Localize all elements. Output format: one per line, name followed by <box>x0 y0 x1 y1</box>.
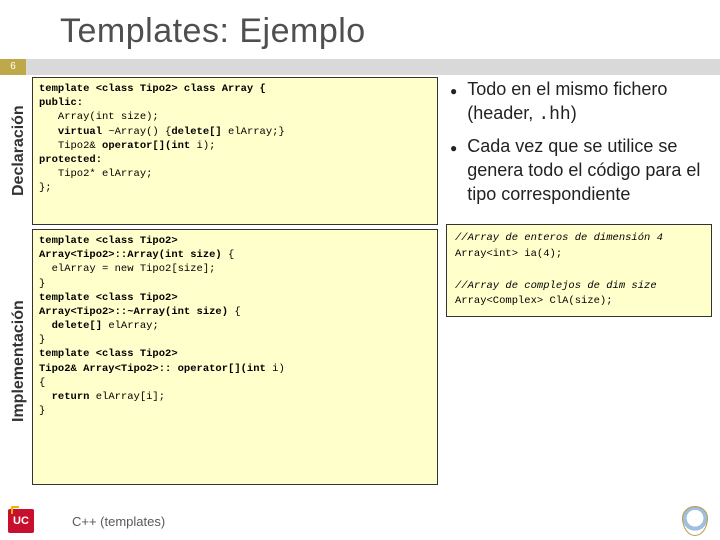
code-usage: //Array de enteros de dimensión 4 Array<… <box>446 224 712 317</box>
bullet-dot-icon: ● <box>450 77 457 128</box>
footer-left: UC C++ (templates) <box>8 509 165 533</box>
bullet-dot-icon: ● <box>450 134 457 207</box>
left-column: Declaración Implementación template <cla… <box>8 77 438 506</box>
bullet-list: ● Todo en el mismo fichero (header, .hh)… <box>446 77 712 212</box>
content-body: Declaración Implementación template <cla… <box>0 75 720 506</box>
right-column: ● Todo en el mismo fichero (header, .hh)… <box>442 77 712 506</box>
bullet-text: Todo en el mismo fichero (header, .hh) <box>467 77 712 128</box>
code-implementation: template <class Tipo2> Array<Tipo2>::Arr… <box>32 229 438 485</box>
bullet-item: ● Todo en el mismo fichero (header, .hh) <box>450 77 712 128</box>
code-declaration: template <class Tipo2> class Array { pub… <box>32 77 438 225</box>
bullet-text: Cada vez que se utilice se genera todo e… <box>467 134 712 207</box>
crest-icon <box>682 506 708 536</box>
footer-caption: C++ (templates) <box>72 514 165 529</box>
code-column: template <class Tipo2> class Array { pub… <box>32 77 438 506</box>
slide: Templates: Ejemplo 6 Declaración Impleme… <box>0 0 720 540</box>
bullet-item: ● Cada vez que se utilice se genera todo… <box>450 134 712 207</box>
label-declaration: Declaración <box>8 77 30 225</box>
page-number-badge: 6 <box>0 59 26 75</box>
page-title: Templates: Ejemplo <box>0 0 720 55</box>
footer: UC C++ (templates) <box>0 506 720 540</box>
vertical-labels: Declaración Implementación <box>8 77 30 506</box>
label-implementation: Implementación <box>8 233 30 489</box>
uc-logo: UC <box>8 509 34 533</box>
page-bar: 6 <box>0 59 720 75</box>
